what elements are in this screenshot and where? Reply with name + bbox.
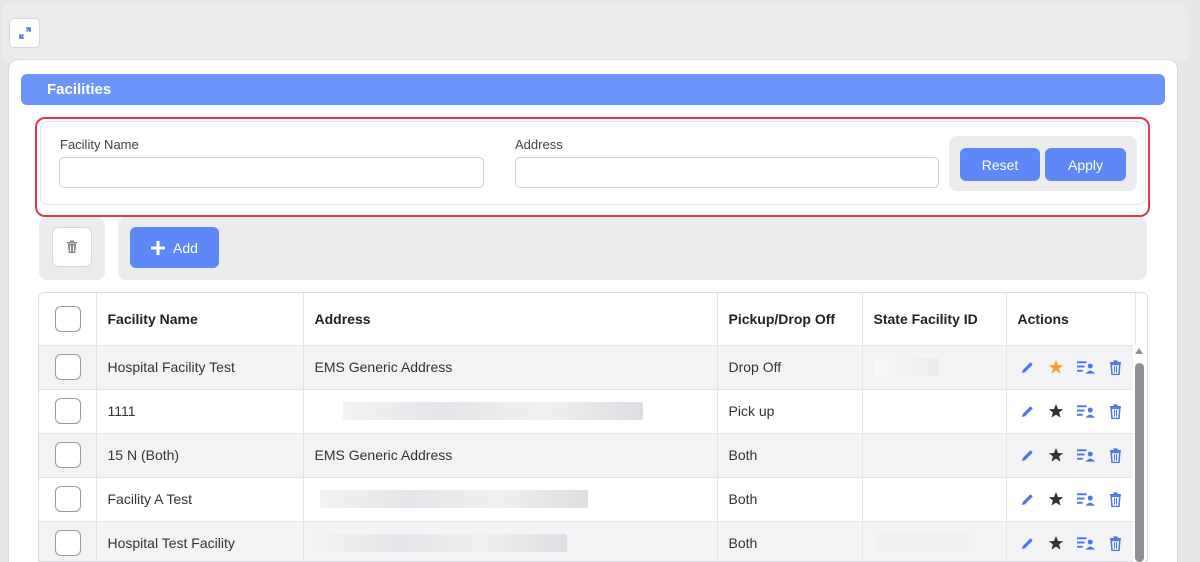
table-row[interactable]: Hospital Facility Test EMS Generic Addre…	[39, 345, 1136, 390]
facility-name-cell: Hospital Test Facility	[96, 521, 304, 561]
pickup-cell: Drop Off	[717, 345, 863, 390]
table-row[interactable]: Facility A Test Both	[39, 477, 1136, 522]
facility-name-cell: Facility A Test	[96, 477, 304, 522]
address-cell	[303, 521, 718, 561]
delete-icon[interactable]	[1108, 490, 1124, 508]
column-header[interactable]: State Facility ID	[862, 293, 1007, 346]
delete-icon[interactable]	[1108, 446, 1124, 464]
section-title: Facilities	[21, 74, 1165, 105]
edit-icon[interactable]	[1020, 490, 1036, 508]
row-checkbox[interactable]	[55, 398, 81, 424]
bulk-delete-button[interactable]	[52, 227, 92, 267]
actions-cell	[1006, 477, 1136, 522]
edit-icon[interactable]	[1020, 358, 1036, 376]
facility-name-cell: 1111	[96, 389, 304, 434]
facility-name-cell: 15 N (Both)	[96, 433, 304, 478]
assign-user-icon[interactable]	[1077, 490, 1095, 508]
state-facility-id-cell	[862, 389, 1007, 434]
star-icon[interactable]	[1048, 534, 1064, 552]
trash-icon	[67, 240, 77, 253]
actions-cell	[1006, 521, 1136, 561]
pickup-cell: Both	[717, 521, 863, 561]
add-button[interactable]: Add	[130, 227, 219, 268]
scroll-up-icon[interactable]	[1134, 346, 1144, 356]
plus-icon	[151, 240, 166, 255]
table-header-row: Facility Name Address Pickup/Drop Off St…	[39, 293, 1136, 346]
address-cell: EMS Generic Address	[303, 433, 718, 478]
column-header[interactable]: Address	[303, 293, 718, 346]
facility-name-cell: Hospital Facility Test	[96, 345, 304, 390]
column-header: Actions	[1006, 293, 1136, 346]
address-cell	[303, 477, 718, 522]
select-all-checkbox[interactable]	[55, 305, 81, 332]
state-facility-id-cell	[862, 477, 1007, 522]
top-toolbar	[2, 3, 1188, 63]
row-checkbox[interactable]	[55, 354, 81, 380]
pickup-cell: Both	[717, 477, 863, 522]
table-row[interactable]: 15 N (Both) EMS Generic Address Both	[39, 433, 1136, 478]
address-cell: EMS Generic Address	[303, 345, 718, 390]
address-cell	[303, 389, 718, 434]
address-label: Address	[515, 137, 563, 152]
assign-user-icon[interactable]	[1077, 358, 1095, 376]
column-header[interactable]: Pickup/Drop Off	[717, 293, 863, 346]
reset-button[interactable]: Reset	[960, 148, 1040, 181]
facility-name-label: Facility Name	[60, 137, 139, 152]
state-facility-id-cell	[862, 433, 1007, 478]
star-icon[interactable]	[1048, 490, 1064, 508]
actions-cell	[1006, 345, 1136, 390]
delete-icon[interactable]	[1108, 534, 1124, 552]
address-input[interactable]	[515, 157, 939, 188]
state-facility-id-cell	[862, 345, 1007, 390]
assign-user-icon[interactable]	[1077, 446, 1095, 464]
assign-user-icon[interactable]	[1077, 534, 1095, 552]
apply-button[interactable]: Apply	[1045, 148, 1126, 181]
row-checkbox[interactable]	[55, 442, 81, 468]
table-row[interactable]: Hospital Test Facility Both	[39, 521, 1136, 561]
star-icon[interactable]	[1048, 358, 1064, 376]
edit-icon[interactable]	[1020, 402, 1036, 420]
redacted-id	[873, 534, 969, 553]
pickup-cell: Pick up	[717, 389, 863, 434]
facilities-table: Facility Name Address Pickup/Drop Off St…	[38, 292, 1148, 562]
actions-cell	[1006, 389, 1136, 434]
edit-icon[interactable]	[1020, 446, 1036, 464]
star-icon[interactable]	[1048, 446, 1064, 464]
facility-name-input[interactable]	[59, 157, 484, 188]
column-header[interactable]: Facility Name	[96, 293, 304, 346]
table-row[interactable]: 1111 Pick up	[39, 389, 1136, 434]
toolbar-actions	[118, 217, 1147, 280]
pickup-cell: Both	[717, 433, 863, 478]
row-checkbox[interactable]	[55, 486, 81, 512]
redacted-id	[873, 358, 939, 377]
assign-user-icon[interactable]	[1077, 402, 1095, 420]
redacted-address	[342, 402, 643, 421]
expand-icon	[18, 27, 31, 39]
edit-icon[interactable]	[1020, 534, 1036, 552]
star-icon[interactable]	[1048, 402, 1064, 420]
expand-button[interactable]	[9, 18, 40, 48]
delete-icon[interactable]	[1108, 358, 1124, 376]
row-checkbox[interactable]	[55, 530, 81, 556]
redacted-address	[319, 490, 588, 509]
redacted-address	[316, 534, 567, 553]
delete-icon[interactable]	[1108, 402, 1124, 420]
scrollbar-thumb[interactable]	[1135, 363, 1144, 562]
actions-cell	[1006, 433, 1136, 478]
add-button-label: Add	[173, 239, 198, 256]
state-facility-id-cell	[862, 521, 1007, 561]
